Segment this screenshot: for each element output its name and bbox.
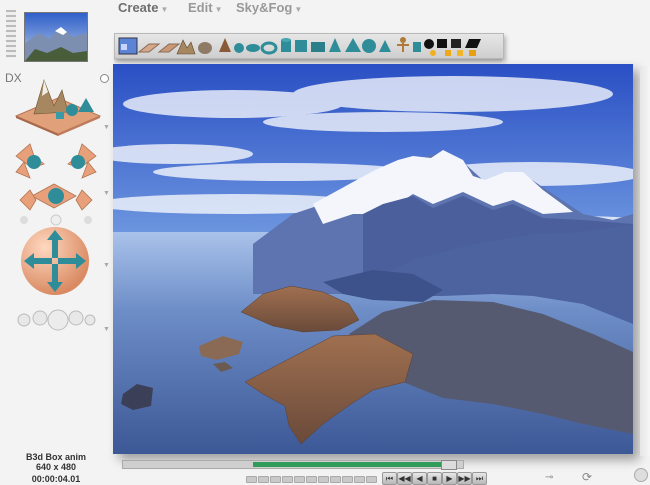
chevron-down-icon: ▼ bbox=[214, 5, 223, 14]
teardrop-icon[interactable] bbox=[234, 43, 244, 53]
scene-name: B3d Box anim bbox=[25, 452, 86, 462]
gold-box-icon[interactable] bbox=[469, 50, 476, 56]
cube-icon[interactable] bbox=[295, 40, 307, 52]
menu-create[interactable]: Create ▼ bbox=[118, 0, 168, 15]
scroll-indicator: ▼ bbox=[103, 124, 110, 131]
scroll-indicator: ▼ bbox=[103, 262, 110, 269]
prism-icon[interactable] bbox=[379, 40, 391, 52]
timeline-progress bbox=[253, 462, 453, 467]
black-flat-box-icon[interactable] bbox=[451, 39, 461, 48]
stop-button[interactable]: ■ bbox=[427, 472, 442, 485]
frame-button[interactable] bbox=[246, 476, 257, 483]
sphere-icon[interactable] bbox=[362, 39, 376, 53]
zoom-spheres-control[interactable] bbox=[14, 306, 96, 336]
chevron-down-icon: ▼ bbox=[294, 5, 303, 14]
tree-icon[interactable] bbox=[219, 38, 231, 52]
cone-icon[interactable] bbox=[329, 38, 341, 52]
wide-box-icon[interactable] bbox=[311, 42, 325, 52]
mountain-icon[interactable] bbox=[176, 39, 196, 55]
frame-button[interactable] bbox=[330, 476, 341, 483]
black-box-icon[interactable] bbox=[437, 39, 447, 48]
terrain-plane-icon[interactable] bbox=[157, 43, 181, 53]
timeline-scrubber[interactable] bbox=[441, 460, 457, 470]
rock-icon[interactable] bbox=[198, 42, 212, 54]
frame-button[interactable] bbox=[366, 476, 377, 483]
frame-button[interactable] bbox=[270, 476, 281, 483]
scene-resolution: 640 x 480 bbox=[35, 462, 77, 472]
menu-edit[interactable]: Edit ▼ bbox=[188, 0, 222, 15]
pyramid-icon[interactable] bbox=[345, 38, 361, 52]
left-control-panel: DX ▼ ▼ ▼ ▼ B3d Box anim 640 x 480 00:00:… bbox=[0, 0, 112, 485]
loop-icon[interactable]: ⟳ bbox=[582, 470, 592, 484]
gold-cylinder-icon[interactable] bbox=[445, 50, 451, 56]
frame-button[interactable] bbox=[282, 476, 293, 483]
black-sphere-icon[interactable] bbox=[424, 39, 434, 49]
fast-forward-button[interactable]: ▶▶ bbox=[457, 472, 472, 485]
object-preview-tile[interactable] bbox=[12, 76, 104, 136]
rotate-object-control[interactable] bbox=[10, 138, 102, 228]
render-viewport[interactable] bbox=[113, 64, 633, 454]
move-object-control[interactable] bbox=[18, 224, 92, 298]
cylinder-small-icon[interactable] bbox=[413, 42, 421, 52]
frame-button[interactable] bbox=[318, 476, 329, 483]
gold-sphere-icon[interactable] bbox=[430, 50, 436, 56]
scroll-indicator: ▼ bbox=[103, 326, 110, 333]
chevron-down-icon: ▼ bbox=[160, 5, 169, 14]
human-figure-icon[interactable] bbox=[397, 37, 409, 52]
object-toolbar bbox=[114, 33, 504, 59]
frame-button[interactable] bbox=[306, 476, 317, 483]
frame-button[interactable] bbox=[258, 476, 269, 483]
timeline-track[interactable] bbox=[122, 460, 464, 470]
go-start-button[interactable]: ⏮ bbox=[382, 472, 397, 485]
menu-edit-label: Edit bbox=[188, 0, 213, 15]
go-end-button[interactable]: ⏭ bbox=[472, 472, 487, 485]
frame-button[interactable] bbox=[354, 476, 365, 483]
ground-plane-icon[interactable] bbox=[137, 43, 161, 53]
scene-thumbnail[interactable] bbox=[24, 12, 88, 62]
play-button[interactable]: ▶ bbox=[442, 472, 457, 485]
menu-sky-fog-label: Sky&Fog bbox=[236, 0, 293, 15]
frame-button[interactable] bbox=[342, 476, 353, 483]
frame-button[interactable] bbox=[294, 476, 305, 483]
menu-create-label: Create bbox=[118, 0, 159, 15]
key-icon[interactable]: ⊸ bbox=[545, 472, 553, 483]
resize-grip-icon[interactable] bbox=[634, 468, 648, 482]
rewind-button[interactable]: ◀◀ bbox=[397, 472, 412, 485]
panel-grip-handle[interactable] bbox=[6, 10, 16, 58]
teal-disc-icon[interactable] bbox=[246, 44, 260, 52]
scroll-indicator: ▼ bbox=[103, 190, 110, 197]
menu-sky-fog[interactable]: Sky&Fog ▼ bbox=[236, 0, 302, 15]
step-back-button[interactable]: ◀ bbox=[412, 472, 427, 485]
black-slab-icon[interactable] bbox=[465, 39, 481, 48]
sky-icon[interactable] bbox=[118, 37, 138, 55]
gold-cube-icon[interactable] bbox=[457, 50, 463, 56]
scene-time: 00:00:04.01 bbox=[31, 474, 81, 484]
cylinder-icon[interactable] bbox=[281, 38, 291, 52]
torus-icon[interactable] bbox=[260, 41, 278, 55]
viewport-right-edge bbox=[640, 66, 650, 456]
